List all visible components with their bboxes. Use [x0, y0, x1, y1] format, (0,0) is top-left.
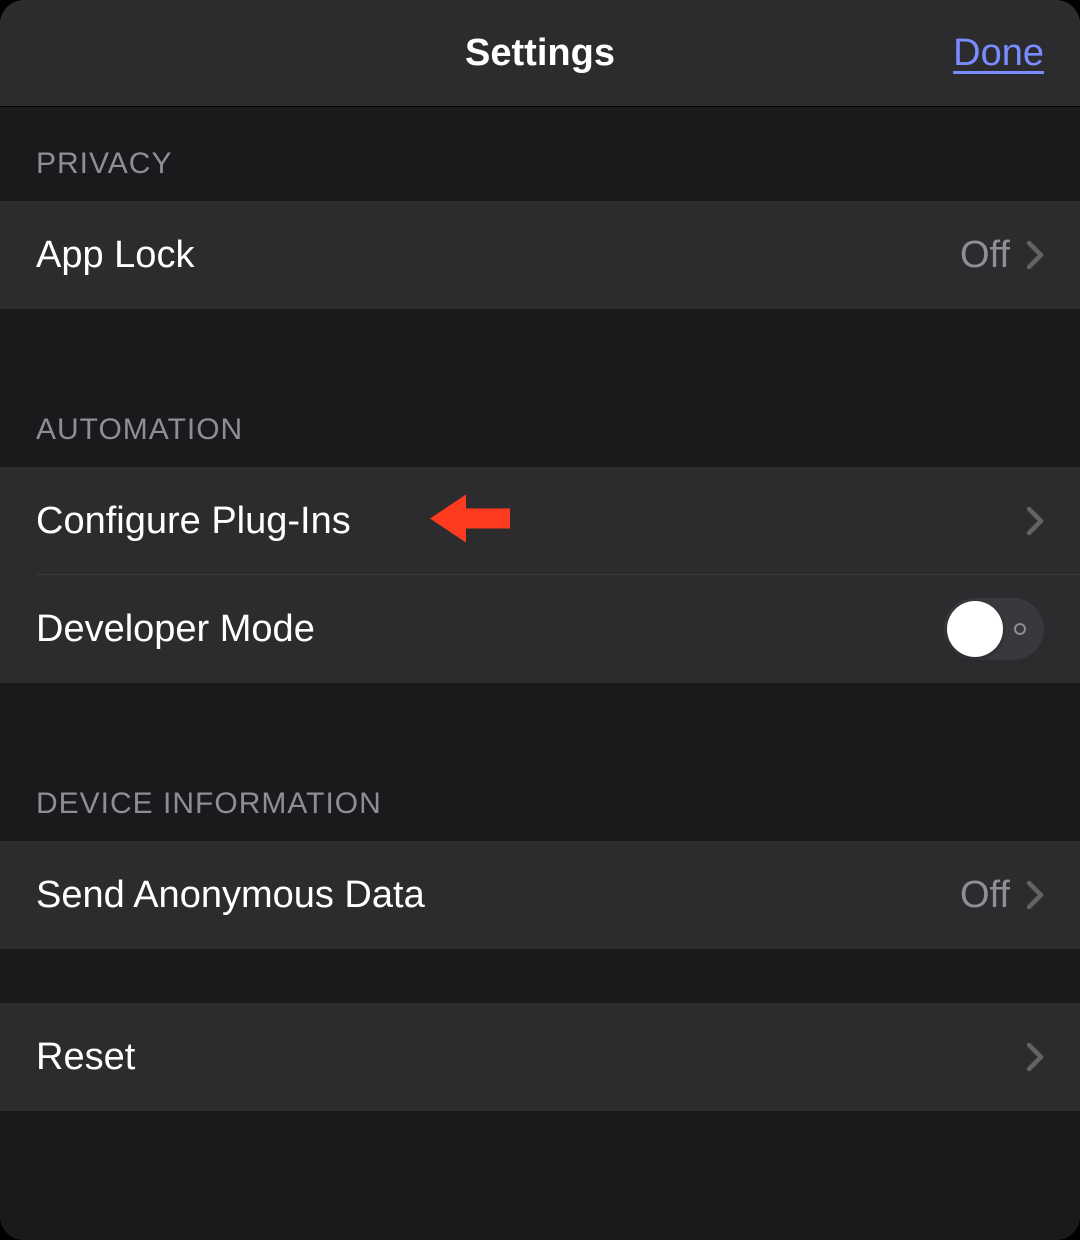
section-gap — [0, 683, 1080, 737]
row-send-anonymous-data[interactable]: Send Anonymous Data Off — [0, 841, 1080, 949]
section-header-automation: AUTOMATION — [0, 363, 1080, 467]
chevron-right-icon — [1026, 879, 1044, 911]
done-button[interactable]: Done — [953, 32, 1044, 75]
chevron-right-icon — [1026, 505, 1044, 537]
section-gap — [0, 309, 1080, 363]
developer-mode-label: Developer Mode — [36, 608, 944, 651]
configure-plugins-label: Configure Plug-Ins — [36, 500, 1026, 543]
row-app-lock[interactable]: App Lock Off — [0, 201, 1080, 309]
section-header-privacy: PRIVACY — [0, 107, 1080, 201]
chevron-right-icon — [1026, 239, 1044, 271]
reset-label: Reset — [36, 1036, 1026, 1079]
toggle-off-indicator-icon — [1014, 623, 1026, 635]
page-title: Settings — [465, 32, 615, 75]
row-developer-mode[interactable]: Developer Mode — [0, 575, 1080, 683]
settings-window: Settings Done PRIVACY App Lock Off AUTOM… — [0, 0, 1080, 1240]
toggle-knob — [947, 601, 1003, 657]
row-reset[interactable]: Reset — [0, 1003, 1080, 1111]
send-anonymous-data-value: Off — [960, 874, 1010, 917]
chevron-right-icon — [1026, 1041, 1044, 1073]
row-configure-plugins[interactable]: Configure Plug-Ins — [0, 467, 1080, 575]
settings-content: PRIVACY App Lock Off AUTOMATION Configur… — [0, 107, 1080, 1240]
section-gap — [0, 949, 1080, 1003]
send-anonymous-data-label: Send Anonymous Data — [36, 874, 960, 917]
developer-mode-toggle[interactable] — [944, 598, 1044, 660]
header-bar: Settings Done — [0, 0, 1080, 107]
app-lock-label: App Lock — [36, 234, 960, 277]
section-header-device-information: DEVICE INFORMATION — [0, 737, 1080, 841]
app-lock-value: Off — [960, 234, 1010, 277]
